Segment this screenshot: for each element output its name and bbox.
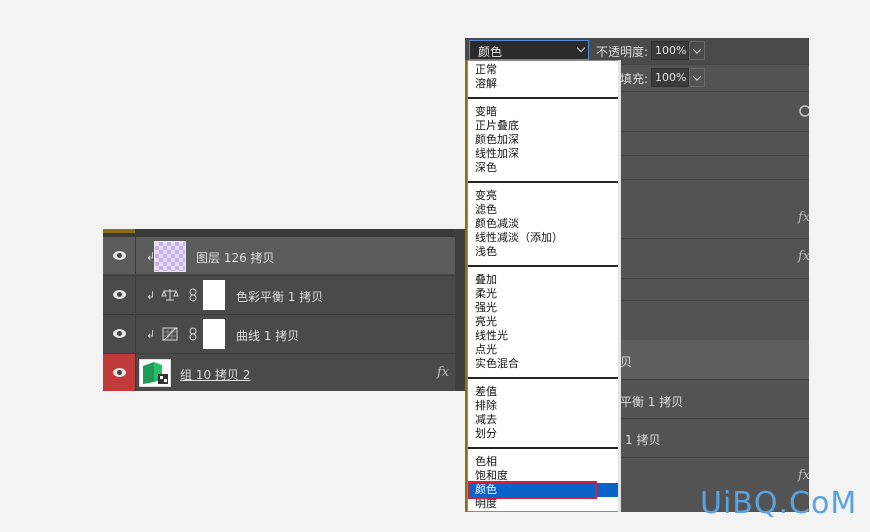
blend-option[interactable]: 滤色	[468, 203, 619, 217]
scrollbar[interactable]	[455, 229, 465, 391]
clipping-arrow-icon: ↲	[146, 289, 156, 302]
blend-option[interactable]: 色相	[468, 455, 619, 469]
layer-mask-thumbnail[interactable]	[203, 319, 225, 349]
blend-mode-select[interactable]: 颜色	[469, 40, 589, 60]
blend-option[interactable]: 颜色减淡	[468, 217, 619, 231]
blend-option[interactable]: 亮光	[468, 315, 619, 329]
balance-scale-icon	[161, 289, 179, 301]
fx-effects-icon[interactable]: fx	[798, 249, 809, 264]
fx-effects-icon[interactable]: fx	[437, 365, 449, 380]
blend-option[interactable]: 点光	[468, 343, 619, 357]
fill-dropdown-button[interactable]	[689, 68, 705, 87]
opacity-dropdown-button[interactable]	[689, 41, 705, 60]
layer-row-group-10-copy-2[interactable]: 组 10 拷贝 2 fx	[103, 353, 465, 391]
blend-option[interactable]: 柔光	[468, 287, 619, 301]
blend-option[interactable]: 浅色	[468, 245, 619, 259]
blend-option[interactable]: 正片叠底	[468, 119, 619, 133]
blend-option[interactable]: 深色	[468, 161, 619, 175]
group-thumbnail	[139, 359, 171, 387]
blend-option[interactable]: 饱和度	[468, 469, 619, 483]
blend-option[interactable]: 叠加	[468, 273, 619, 287]
visibility-toggle[interactable]	[103, 276, 136, 313]
layer-row-curves-copy[interactable]: ↲ 曲线 1 拷贝	[103, 314, 465, 352]
blend-option-selected[interactable]: 颜色	[468, 483, 619, 497]
visibility-toggle[interactable]	[103, 354, 136, 391]
dropdown-scrollbar[interactable]	[618, 60, 621, 512]
blend-option[interactable]: 差值	[468, 385, 619, 399]
layer-name[interactable]: 图层 126 拷贝	[196, 249, 275, 266]
blend-option[interactable]: 强光	[468, 301, 619, 315]
blend-option[interactable]: 线性加深	[468, 147, 619, 161]
eye-icon	[112, 290, 126, 299]
fill-input[interactable]: 100%	[651, 68, 689, 87]
blend-option[interactable]: 减去	[468, 413, 619, 427]
layer-thumbnail	[154, 241, 186, 272]
fx-effects-icon[interactable]: fx	[798, 468, 809, 483]
layer-name[interactable]: 组 10 拷贝 2	[180, 366, 250, 383]
chain-link-icon[interactable]	[189, 288, 197, 302]
blend-option[interactable]: 划分	[468, 427, 619, 441]
blend-option[interactable]: 正常	[468, 63, 619, 77]
blend-option[interactable]: 线性减淡（添加）	[468, 231, 619, 245]
watermark-logo: UiBQ.CoM	[700, 486, 858, 521]
blend-option[interactable]: 实色混合	[468, 357, 619, 371]
fx-effects-icon[interactable]: fx	[798, 210, 809, 225]
visibility-toggle[interactable]	[103, 237, 136, 274]
layer-mask-thumbnail[interactable]	[203, 280, 225, 310]
lock-icon[interactable]	[798, 104, 809, 118]
opacity-label: 不透明度:	[596, 45, 649, 59]
fill-label: 填充:	[620, 72, 649, 86]
layer-name-partial[interactable]: 平衡 1 拷贝	[620, 393, 683, 410]
blend-mode-value: 颜色	[478, 45, 503, 59]
opacity-input[interactable]: 100%	[651, 41, 689, 60]
layer-name-partial[interactable]: 贝	[620, 353, 632, 370]
blend-option[interactable]: 变亮	[468, 189, 619, 203]
group-preview-icon	[143, 362, 168, 384]
layer-row-layer-126-copy[interactable]: ↲ 图层 126 拷贝	[103, 236, 465, 274]
layer-row-color-balance-copy[interactable]: ↲ 色彩平衡 1 拷贝	[103, 275, 465, 313]
blend-option[interactable]: 变暗	[468, 105, 619, 119]
layers-panel-left: ↲ 图层 126 拷贝 ↲ 色彩平衡 1 拷贝 ↲ 曲线 1 拷贝 组 10 拷…	[103, 229, 465, 391]
eye-icon	[112, 329, 126, 338]
chain-link-icon[interactable]	[189, 327, 197, 341]
chevron-down-icon	[576, 43, 586, 53]
clipping-arrow-icon: ↲	[146, 328, 156, 341]
eye-icon	[112, 251, 126, 260]
panel-top-strip	[103, 229, 465, 236]
blend-option[interactable]: 线性光	[468, 329, 619, 343]
blend-option[interactable]: 排除	[468, 399, 619, 413]
visibility-toggle[interactable]	[103, 315, 136, 352]
blend-option[interactable]: 颜色加深	[468, 133, 619, 147]
layer-name[interactable]: 曲线 1 拷贝	[236, 327, 299, 344]
blend-option[interactable]: 溶解	[468, 77, 619, 91]
eye-icon	[112, 368, 126, 377]
blend-option[interactable]: 明度	[468, 497, 619, 511]
blend-mode-dropdown: 正常 溶解 变暗 正片叠底 颜色加深 线性加深 深色 变亮 滤色 颜色减淡 线性…	[467, 60, 620, 512]
layer-name-partial[interactable]: 1 拷贝	[625, 431, 660, 448]
layer-name[interactable]: 色彩平衡 1 拷贝	[236, 288, 323, 305]
curves-icon	[162, 327, 178, 341]
